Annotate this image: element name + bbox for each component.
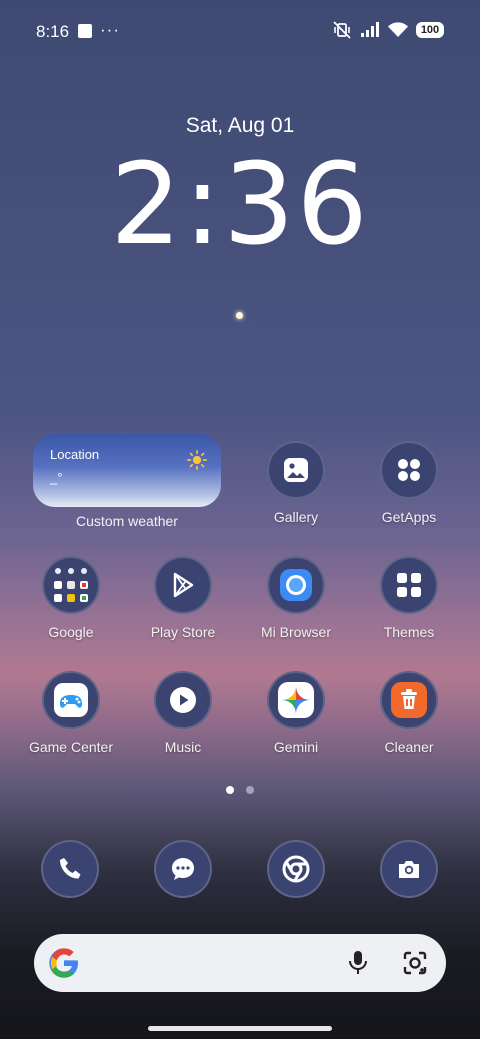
- google-lens-icon[interactable]: [402, 950, 428, 976]
- app-label: Game Center: [28, 739, 114, 755]
- mi-browser-icon: [267, 556, 325, 614]
- weather-location: Location: [50, 447, 100, 462]
- battery-icon: 100: [416, 22, 444, 38]
- notification-square-icon: [78, 24, 92, 38]
- app-label: Play Store: [150, 624, 216, 640]
- app-cleaner[interactable]: Cleaner: [353, 671, 465, 755]
- app-label: Gallery: [273, 509, 319, 525]
- app-label: GetApps: [381, 509, 437, 525]
- app-gamecenter[interactable]: Game Center: [15, 671, 127, 755]
- app-gemini[interactable]: Gemini: [240, 671, 352, 755]
- gemini-icon: [267, 671, 325, 729]
- app-themes[interactable]: Themes: [353, 556, 465, 640]
- getapps-icon: [380, 441, 438, 499]
- home-gesture-bar[interactable]: [148, 1026, 332, 1031]
- phone-icon: [41, 840, 99, 898]
- google-g-icon: [49, 948, 78, 978]
- cleaner-icon: [380, 671, 438, 729]
- dock-camera[interactable]: [380, 840, 438, 898]
- clock-time[interactable]: 2:36: [0, 140, 480, 270]
- messages-icon: [154, 840, 212, 898]
- app-label: Cleaner: [384, 739, 434, 755]
- more-notifications-icon: ···: [100, 20, 120, 39]
- dock-chrome[interactable]: [267, 840, 325, 898]
- app-playstore[interactable]: Play Store: [127, 556, 239, 640]
- app-label: Gemini: [273, 739, 319, 755]
- camera-icon: [380, 840, 438, 898]
- page-dot-inactive: [246, 786, 254, 794]
- app-mibrowser[interactable]: Mi Browser: [240, 556, 352, 640]
- folder-google[interactable]: Google: [15, 556, 127, 640]
- signal-icon: [361, 22, 379, 37]
- weather-widget-label: Custom weather: [76, 513, 178, 529]
- google-search-bar[interactable]: [34, 934, 446, 992]
- app-label: Google: [48, 624, 94, 640]
- wifi-icon: [388, 22, 408, 37]
- gallery-icon: [267, 441, 325, 499]
- weather-temperature: _°: [50, 470, 63, 485]
- app-label: Mi Browser: [260, 624, 331, 640]
- game-center-icon: [42, 671, 100, 729]
- chrome-icon: [267, 840, 325, 898]
- themes-icon: [380, 556, 438, 614]
- mute-vibrate-icon: [333, 21, 351, 39]
- status-icons: 100: [332, 20, 444, 40]
- music-icon: [154, 671, 212, 729]
- date-label: Sat, Aug 01: [185, 114, 295, 137]
- dock-messages[interactable]: [154, 840, 212, 898]
- app-getapps[interactable]: GetApps: [353, 441, 465, 525]
- app-label: Music: [164, 739, 202, 755]
- dock-phone[interactable]: [41, 840, 99, 898]
- sun-icon: [187, 450, 207, 470]
- app-gallery[interactable]: Gallery: [240, 441, 352, 525]
- play-store-icon: [154, 556, 212, 614]
- weather-widget[interactable]: Location _°: [33, 434, 221, 507]
- status-time: 8:16: [36, 22, 70, 41]
- page-dot-active: [226, 786, 234, 794]
- moon: [236, 312, 243, 319]
- app-music[interactable]: Music: [127, 671, 239, 755]
- microphone-icon[interactable]: [346, 950, 370, 976]
- folder-icon: [42, 556, 100, 614]
- app-label: Themes: [383, 624, 435, 640]
